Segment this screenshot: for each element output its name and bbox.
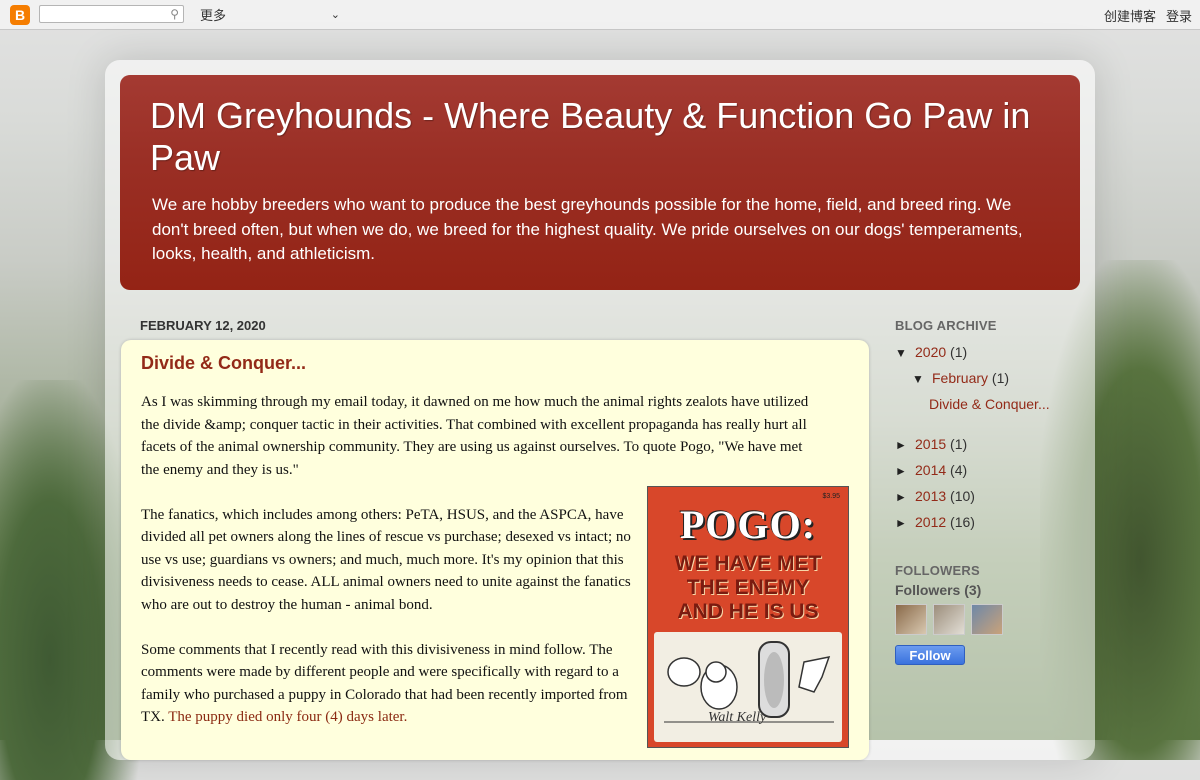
archive-count: (10) [950, 488, 975, 504]
archive-count: (1) [950, 436, 968, 452]
toggle-collapsed-icon[interactable]: ► [895, 458, 915, 484]
toggle-collapsed-icon[interactable]: ► [895, 432, 915, 458]
followers-title: FOLLOWERS [895, 563, 980, 578]
blog-header: DM Greyhounds - Where Beauty & Function … [120, 75, 1080, 290]
archive-count: (4) [950, 462, 968, 478]
book-title: POGO: [679, 502, 817, 547]
archive-link[interactable]: 2015 [915, 436, 946, 452]
chevron-down-icon: ⌄ [330, 8, 340, 21]
author-signature: Walt Kelly [708, 710, 767, 725]
blog-description: We are hobby breeders who want to produc… [152, 195, 1023, 263]
post-title[interactable]: Divide & Conquer... [141, 353, 849, 374]
search-box: ⚲ [39, 5, 184, 23]
follower-avatar[interactable] [933, 604, 965, 635]
tagline-line: THE ENEMY [686, 576, 810, 599]
archive-item-february: ▼ February (1) [895, 365, 1085, 391]
follow-button[interactable]: Follow [895, 645, 965, 665]
post-paragraph: Some comments that I recently read with … [141, 639, 636, 729]
blog-title[interactable]: DM Greyhounds - Where Beauty & Function … [150, 95, 1050, 179]
sidebar: BLOG ARCHIVE ▼ 2020 (1) ▼ February (1) Div… [895, 318, 1085, 665]
blogger-logo-icon[interactable]: B [10, 5, 30, 25]
post-date: FEBRUARY 12, 2020 [140, 318, 266, 333]
archive-count: (16) [950, 514, 975, 530]
more-label: 更多 [200, 7, 227, 23]
search-icon[interactable]: ⚲ [170, 7, 179, 21]
toggle-expanded-icon[interactable]: ▼ [912, 366, 932, 392]
archive-item-2013: ► 2013 (10) [895, 483, 1085, 509]
archive-link[interactable]: 2014 [915, 462, 946, 478]
create-blog-link[interactable]: 创建博客 [1104, 6, 1156, 25]
book-price: $3.95 [822, 493, 840, 500]
archive-link[interactable]: 2012 [915, 514, 946, 530]
pogo-book-cover-image[interactable]: $3.95 POGO: WE HAVE MET THE ENEMY AND HE… [648, 487, 848, 747]
follower-avatar[interactable] [971, 604, 1003, 635]
archive-item-2020: ▼ 2020 (1) [895, 339, 1085, 365]
archive-item-post: Divide & Conquer... [895, 391, 1085, 417]
toggle-collapsed-icon[interactable]: ► [895, 510, 915, 536]
archive-item-2015: ► 2015 (1) [895, 431, 1085, 457]
follower-thumbnails [895, 604, 1085, 635]
blog-archive-title: BLOG ARCHIVE [895, 318, 997, 333]
archive-link[interactable]: 2013 [915, 488, 946, 504]
more-dropdown[interactable]: 更多 ⌄ [200, 6, 340, 23]
search-input[interactable] [43, 7, 167, 23]
archive-link[interactable]: 2020 [915, 344, 946, 360]
followers-count: Followers (3) [895, 582, 982, 598]
archive-link[interactable]: February [932, 370, 988, 386]
archive-count: (1) [991, 370, 1010, 386]
tagline-line: WE HAVE MET [674, 552, 822, 575]
login-link[interactable]: 登录 [1166, 6, 1192, 25]
post-paragraph: As I was skimming through my email today… [141, 394, 809, 478]
toggle-expanded-icon[interactable]: ▼ [895, 340, 915, 366]
toggle-collapsed-icon[interactable]: ► [895, 484, 915, 510]
tagline-line: AND HE IS US [677, 600, 819, 623]
post-paragraph: The fanatics, which includes among other… [141, 506, 631, 613]
book-tagline: WE HAVE MET THE ENEMY AND HE IS US [648, 552, 848, 624]
navbar-actions: 创建博客 登录 [1104, 6, 1192, 25]
archive-item-2014: ► 2014 (4) [895, 457, 1085, 483]
blogger-navbar: B ⚲ 更多 ⌄ 创建博客 登录 [0, 0, 1200, 30]
follower-avatar[interactable] [895, 604, 927, 635]
archive-list: ▼ 2020 (1) ▼ February (1) Divide & Conquer… [895, 339, 1085, 535]
archive-item-2012: ► 2012 (16) [895, 509, 1085, 535]
archive-count: (1) [950, 344, 968, 360]
archive-post-link[interactable]: Divide & Conquer... [929, 396, 1050, 412]
puppy-died-link[interactable]: The puppy died only four (4) days later. [168, 709, 407, 725]
